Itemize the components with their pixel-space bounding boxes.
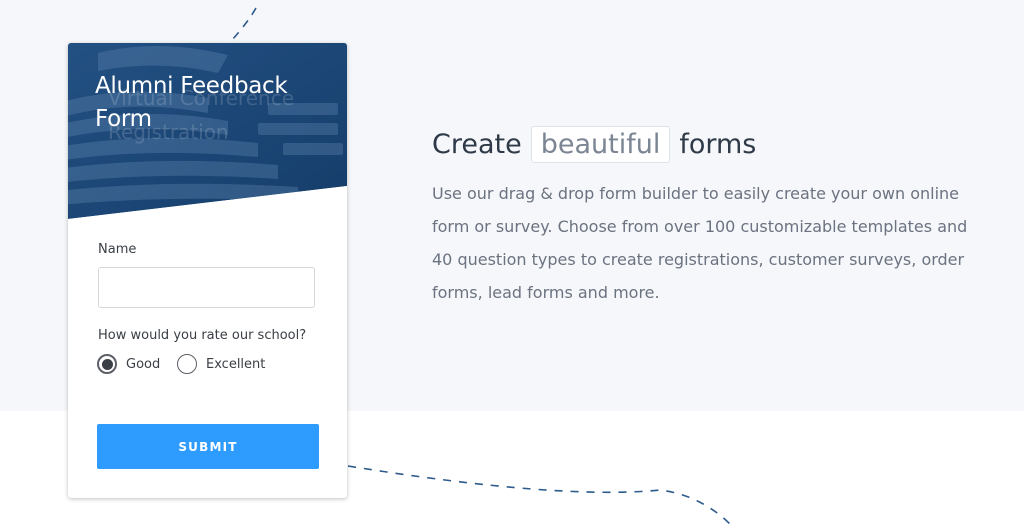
name-input[interactable]	[98, 267, 315, 308]
hero-description: Use our drag & drop form builder to easi…	[432, 184, 968, 302]
radio-option-good[interactable]: Good	[97, 352, 160, 376]
form-header-image: Virtual Conference Registration Alumni F…	[68, 43, 347, 219]
form-preview-card: Virtual Conference Registration Alumni F…	[68, 43, 347, 498]
radio-option-label: Excellent	[206, 356, 266, 372]
name-field-label: Name	[98, 242, 137, 257]
headline-highlight-word: beautiful	[530, 125, 671, 163]
dashed-line-top	[231, 7, 257, 41]
dashed-line-bottom	[347, 465, 731, 525]
radio-option-excellent[interactable]: Excellent	[177, 352, 265, 376]
headline-text-after: forms	[679, 128, 757, 160]
rating-question-label: How would you rate our school?	[98, 328, 307, 343]
radio-button-unchecked[interactable]	[177, 354, 197, 374]
radio-button-checked[interactable]	[97, 354, 117, 374]
headline-text-before: Create	[432, 128, 522, 160]
hero-headline: Create beautiful forms	[432, 122, 756, 166]
form-title: Alumni Feedback Form	[95, 73, 288, 132]
submit-button[interactable]: SUBMIT	[97, 424, 319, 469]
radio-option-label: Good	[126, 356, 161, 372]
